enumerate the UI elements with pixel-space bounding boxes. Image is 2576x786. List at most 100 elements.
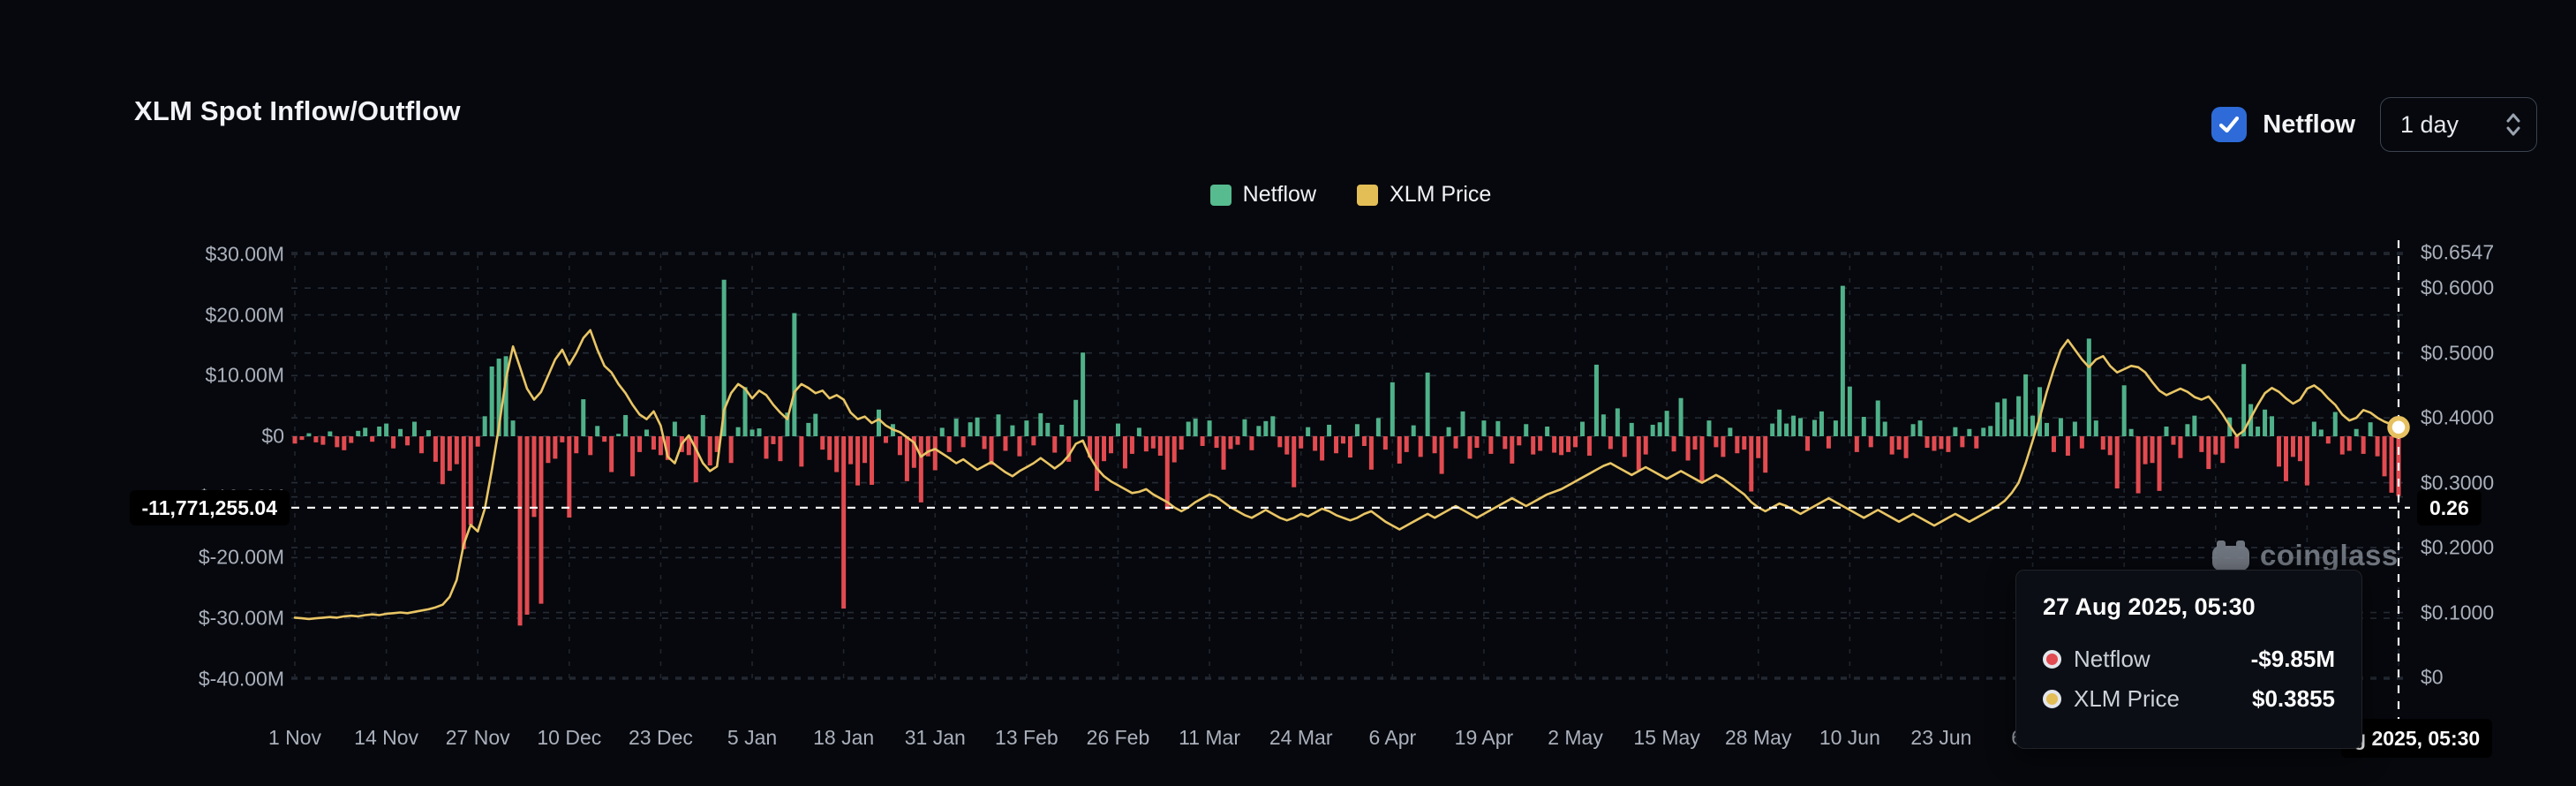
netflow-bar[interactable] [1777,410,1781,436]
netflow-bar[interactable] [1883,422,1887,436]
netflow-bar[interactable] [736,427,741,436]
netflow-bar[interactable] [1341,436,1345,443]
netflow-bar[interactable] [2277,436,2281,466]
netflow-bar[interactable] [1834,420,1838,436]
netflow-bar[interactable] [1461,412,1465,436]
netflow-bar[interactable] [1024,420,1028,436]
netflow-bar[interactable] [778,436,782,461]
netflow-bar[interactable] [2361,436,2366,454]
netflow-bar[interactable] [2045,423,2049,436]
netflow-bar[interactable] [1827,436,1831,449]
netflow-bar[interactable] [1405,436,1409,452]
netflow-bar[interactable] [1995,403,2000,436]
netflow-bar[interactable] [771,436,775,444]
netflow-bar[interactable] [1855,436,1859,452]
netflow-bar[interactable] [1010,426,1014,436]
netflow-bar[interactable] [2094,420,2098,436]
netflow-bar[interactable] [954,419,959,436]
netflow-bar[interactable] [1426,373,1430,436]
netflow-bar[interactable] [1637,436,1641,470]
netflow-bar[interactable] [426,430,431,436]
netflow-bar[interactable] [1812,419,1817,436]
netflow-bar[interactable] [1306,427,1310,436]
netflow-bar[interactable] [1841,286,1845,436]
netflow-bar[interactable] [1897,436,1902,450]
netflow-bar[interactable] [905,436,909,481]
netflow-bar[interactable] [1848,387,1852,436]
netflow-bar[interactable] [884,436,888,443]
netflow-bar[interactable] [2270,416,2274,436]
netflow-bar[interactable] [701,415,705,436]
netflow-bar[interactable] [1672,436,1676,451]
netflow-bar[interactable] [1397,436,1402,464]
netflow-bar[interactable] [2016,397,2021,436]
netflow-bar[interactable] [1911,424,1916,436]
netflow-bar[interactable] [2333,412,2338,436]
netflow-bar[interactable] [1721,436,1725,457]
netflow-bar[interactable] [1447,427,1451,436]
netflow-bar[interactable] [1679,398,1683,436]
netflow-bar[interactable] [1263,421,1268,436]
netflow-bar[interactable] [1017,436,1021,457]
netflow-bar[interactable] [1116,424,1120,436]
netflow-bar[interactable] [630,436,635,476]
netflow-bar[interactable] [1693,436,1698,450]
netflow-bar[interactable] [1003,436,1007,450]
netflow-bar[interactable] [1770,424,1774,436]
netflow-bar[interactable] [1235,436,1239,445]
netflow-bar[interactable] [2312,422,2316,436]
netflow-bar[interactable] [363,427,367,436]
netflow-bar[interactable] [320,436,325,445]
netflow-bar[interactable] [806,423,810,436]
netflow-bar[interactable] [560,436,564,442]
netflow-bar[interactable] [1433,436,1437,453]
netflow-bar[interactable] [1222,436,1226,470]
netflow-bar[interactable] [609,436,614,472]
netflow-bar[interactable] [1510,436,1514,464]
netflow-bar[interactable] [2178,436,2182,458]
netflow-bar[interactable] [462,436,466,549]
netflow-bar[interactable] [342,436,346,450]
netflow-bar[interactable] [433,436,438,462]
netflow-bar[interactable] [2115,436,2120,488]
netflow-bar[interactable] [652,436,656,450]
netflow-bar[interactable] [2087,338,2091,436]
netflow-bar[interactable] [1369,436,1374,470]
netflow-bar[interactable] [1960,436,1964,447]
netflow-bar[interactable] [2158,436,2162,491]
netflow-bar[interactable] [1531,436,1535,455]
netflow-bar[interactable] [834,436,839,472]
netflow-bar[interactable] [855,436,860,486]
netflow-bar[interactable] [1798,418,1803,436]
netflow-bar[interactable] [1355,424,1360,436]
netflow-bar[interactable] [2066,436,2070,456]
netflow-bar[interactable] [1362,436,1367,446]
netflow-bar[interactable] [996,414,1000,436]
netflow-bar[interactable] [919,436,923,503]
netflow-bar[interactable] [2298,436,2302,461]
netflow-bar[interactable] [1988,426,1992,436]
netflow-bar[interactable] [2263,410,2267,436]
netflow-bar[interactable] [968,422,973,436]
netflow-bar[interactable] [694,436,698,482]
netflow-bar[interactable] [820,436,825,450]
netflow-bar[interactable] [1644,436,1648,455]
netflow-bar[interactable] [602,436,606,442]
netflow-bar[interactable] [1201,436,1205,446]
netflow-bar[interactable] [947,436,952,452]
netflow-bar[interactable] [1151,436,1156,449]
netflow-bar[interactable] [1967,429,1971,436]
netflow-bar[interactable] [1517,436,1521,445]
netflow-bar[interactable] [1658,422,1662,436]
netflow-bar[interactable] [1277,436,1282,447]
netflow-bar[interactable] [1242,419,1247,436]
netflow-bar[interactable] [1538,436,1542,450]
netflow-bar[interactable] [588,436,592,455]
netflow-bar[interactable] [2199,436,2203,452]
netflow-bar[interactable] [2185,424,2189,436]
netflow-bar[interactable] [1763,436,1767,472]
netflow-bar[interactable] [961,436,966,447]
netflow-bar[interactable] [1130,436,1134,454]
netflow-bar[interactable] [1081,352,1085,436]
netflow-bar[interactable] [384,424,388,436]
